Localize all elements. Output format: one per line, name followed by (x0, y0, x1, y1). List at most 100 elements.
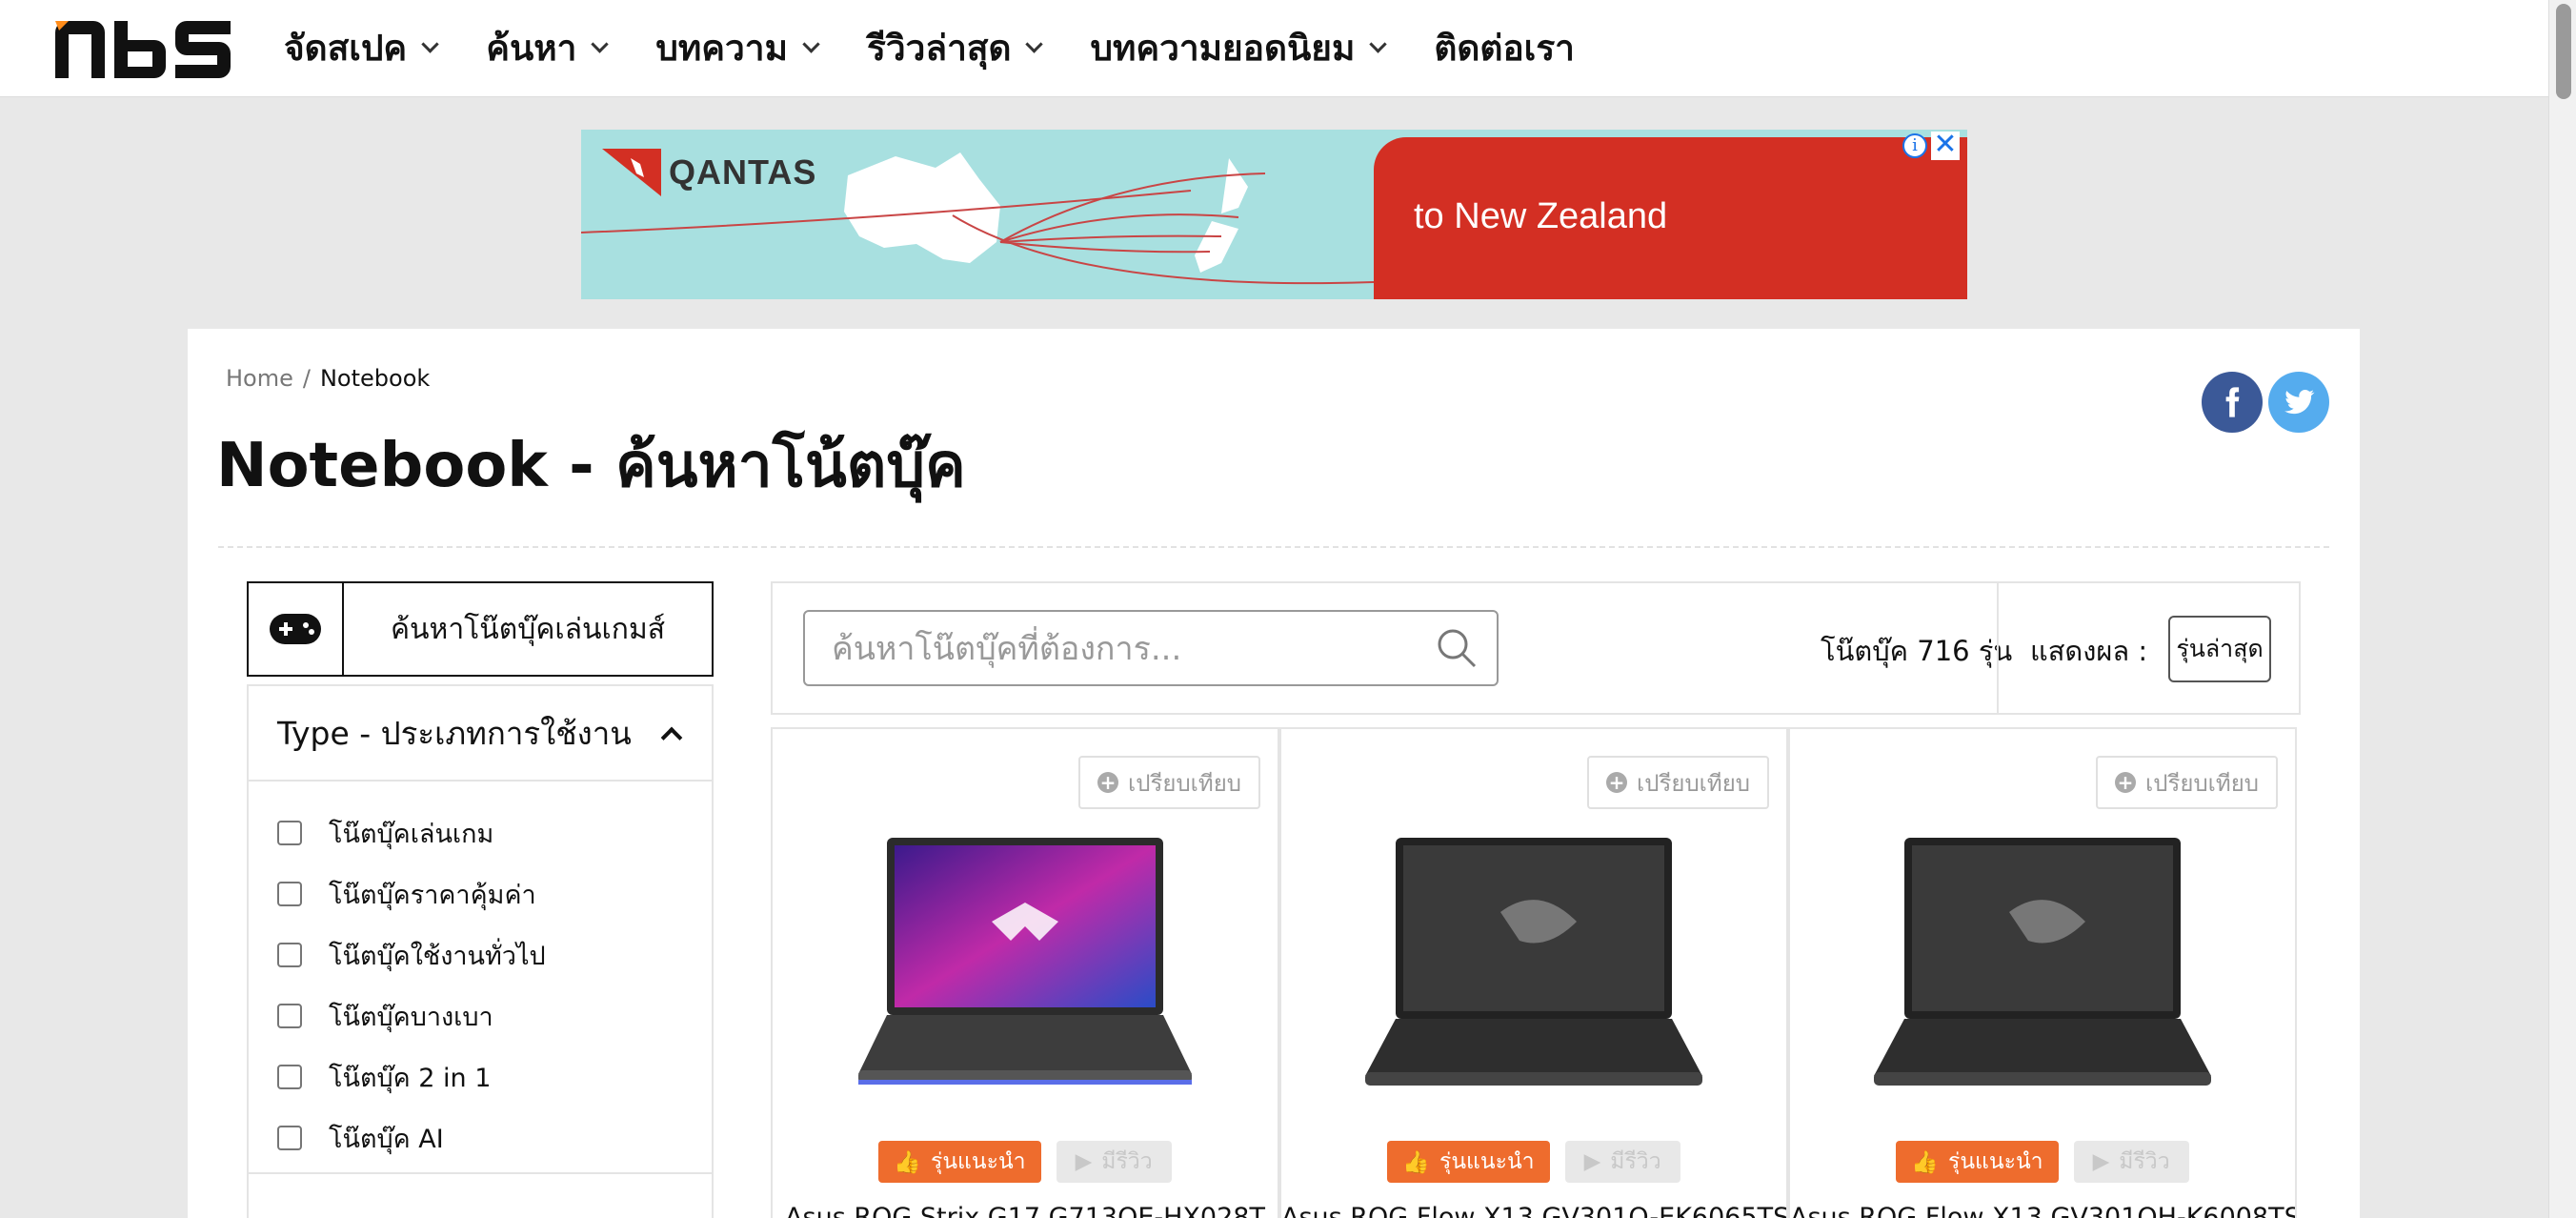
site-logo[interactable] (55, 21, 231, 78)
filter-options: โน๊ตบุ๊คเล่นเกม โน๊ตบุ๊คราคาคุ้มค่า โน๊ต… (249, 782, 712, 1168)
laptop-image (1365, 838, 1702, 1086)
filter-option[interactable]: โน๊ตบุ๊คราคาคุ้มค่า (277, 863, 712, 924)
compare-label: เปรียบเทียบ (1637, 769, 1750, 797)
product-badges: 👍 รุ่นแนะนำ ▶ มีรีวิว (1281, 1141, 1786, 1183)
menu-item-contact[interactable]: ติดต่อเรา (1434, 20, 1575, 76)
filter-option-label: โน๊ตบุ๊คราคาคุ้มค่า (329, 880, 536, 910)
product-name[interactable]: Asus ROG Flow X13 GV301Q-EK6065TS (1281, 1203, 1786, 1218)
menu-item-popular-articles[interactable]: บทความยอดนิยม (1090, 20, 1388, 76)
filter-option-label: โน๊ตบุ๊คใช้งานทั่วไป (329, 941, 546, 971)
compare-button[interactable]: + เปรียบเทียบ (1587, 756, 1769, 809)
recommended-label: รุ่นแนะนำ (1439, 1149, 1535, 1174)
filter-option[interactable]: โน๊ตบุ๊ค AI (277, 1107, 712, 1168)
review-label: มีรีวิว (2119, 1149, 2170, 1174)
page-scrollbar[interactable] (2548, 0, 2576, 1218)
product-badges: 👍 รุ่นแนะนำ ▶ มีรีวิว (773, 1141, 1278, 1183)
menu-item-articles[interactable]: บทความ (655, 20, 820, 76)
kangaroo-logo-icon (602, 149, 661, 196)
play-circle-icon: ▶ (1583, 1149, 1601, 1174)
review-label: มีรีวิว (1101, 1149, 1153, 1174)
breadcrumb-current: Notebook (319, 365, 431, 392)
checkbox[interactable] (277, 1126, 302, 1150)
info-icon[interactable]: i (1902, 133, 1927, 158)
plus-circle-icon: + (2115, 772, 2137, 793)
chevron-up-icon[interactable] (660, 726, 683, 749)
scrollbar-thumb[interactable] (2556, 4, 2571, 99)
menu-label: ค้นหา (486, 27, 577, 69)
review-badge[interactable]: ▶ มีรีวิว (1056, 1141, 1172, 1183)
filter-option[interactable]: โน๊ตบุ๊คบางเบา (277, 985, 712, 1046)
menu-item-search[interactable]: ค้นหา (486, 20, 610, 76)
sort-label: แสดงผล : (2030, 635, 2148, 667)
main-menu: จัดสเปค ค้นหา บทความ รีวิวล่าสุด บทความย… (284, 0, 1624, 95)
filter-option[interactable]: โน๊ตบุ๊คใช้งานทั่วไป (277, 924, 712, 985)
product-card[interactable]: + เปรียบเทียบ 👍 รุ่นแนะนำ ▶ มีรีวิว Asus RO… (1279, 727, 1788, 1218)
ad-headline: to New Zealand (1414, 196, 1668, 236)
recommended-badge[interactable]: 👍 รุ่นแนะนำ (878, 1141, 1041, 1183)
product-card[interactable]: + เปรียบเทียบ 👍 รุ่นแนะนำ ▶ มีรีวิว Asus RO… (1788, 727, 2297, 1218)
play-circle-icon: ▶ (1075, 1149, 1093, 1174)
main-content: Home / Notebook Notebook - ค้นหาโน้ตบุ๊ค… (188, 329, 2360, 1218)
review-badge[interactable]: ▶ มีรีวิว (1564, 1141, 1680, 1183)
filter-option-label: โน๊ตบุ๊คบางเบา (329, 1002, 493, 1032)
recommended-label: รุ่นแนะนำ (930, 1149, 1026, 1174)
breadcrumb-separator: / (302, 365, 311, 392)
laptop-image (858, 838, 1192, 1085)
search-input[interactable]: ค้นหาโน๊ตบุ๊คที่ต้องการ... (803, 610, 1499, 686)
gaming-notebook-search-button[interactable]: ค้นหาโน๊ตบุ๊คเล่นเกมส์ (247, 581, 714, 677)
laptop-image (1874, 838, 2211, 1086)
checkbox[interactable] (277, 1065, 302, 1089)
checkbox[interactable] (277, 821, 302, 845)
product-badges: 👍 รุ่นแนะนำ ▶ มีรีวิว (1790, 1141, 2295, 1183)
sort-select[interactable]: รุ่นล่าสุด (2168, 616, 2271, 682)
search-placeholder: ค้นหาโน๊ตบุ๊คที่ต้องการ... (832, 630, 1182, 668)
checkbox[interactable] (277, 943, 302, 967)
breadcrumb-home-link[interactable]: Home (226, 365, 293, 392)
menu-item-spec[interactable]: จัดสเปค (284, 20, 439, 76)
play-circle-icon: ▶ (2092, 1149, 2110, 1174)
top-navbar: จัดสเปค ค้นหา บทความ รีวิวล่าสุด บทความย… (0, 0, 2548, 97)
toolbar-separator (1997, 583, 1999, 713)
compare-button[interactable]: + เปรียบเทียบ (1078, 756, 1260, 809)
chevron-down-icon (591, 34, 610, 53)
filter-option[interactable]: โน๊ตบุ๊คเล่นเกม (277, 802, 712, 863)
filter-title: Type - ประเภทการใช้งาน (277, 714, 632, 752)
close-icon[interactable]: ✕ (1931, 131, 1960, 160)
advertisement-banner[interactable]: QANTAS to New Zealand i ✕ (581, 130, 1967, 299)
menu-item-latest-reviews[interactable]: รีวิวล่าสุด (867, 20, 1044, 76)
compare-label: เปรียบเทียบ (2145, 769, 2259, 797)
chevron-down-icon (421, 34, 439, 53)
thumbs-up-icon: 👍 (1402, 1149, 1430, 1175)
thumbs-up-icon: 👍 (894, 1149, 921, 1175)
chevron-down-icon (1025, 34, 1044, 53)
recommended-badge[interactable]: 👍 รุ่นแนะนำ (1896, 1141, 2059, 1183)
filter-header[interactable]: Type - ประเภทการใช้งาน (249, 686, 712, 782)
review-badge[interactable]: ▶ มีรีวิว (2073, 1141, 2189, 1183)
ad-brand: QANTAS (602, 149, 816, 196)
product-name[interactable]: Asus ROG Strix G17 G713QE-HX028T (773, 1203, 1278, 1218)
twitter-icon[interactable] (2268, 372, 2329, 433)
social-share (2202, 372, 2329, 433)
recommended-badge[interactable]: 👍 รุ่นแนะนำ (1387, 1141, 1550, 1183)
filter-option-label: โน๊ตบุ๊ค 2 in 1 (329, 1063, 492, 1093)
plus-circle-icon: + (1606, 772, 1628, 793)
menu-label: ติดต่อเรา (1434, 27, 1575, 69)
result-count: โน๊ตบุ๊ค 716 รุ่น (1821, 635, 2013, 667)
checkbox[interactable] (277, 1004, 302, 1028)
page-title: Notebook - ค้นหาโน้ตบุ๊ค (216, 431, 966, 501)
compare-label: เปรียบเทียบ (1128, 769, 1241, 797)
product-grid: + เปรียบเทียบ 👍 รุ่นแนะนำ ▶ มีรีวิว Asus RO… (771, 727, 2301, 1218)
facebook-icon[interactable] (2202, 372, 2263, 433)
product-name[interactable]: Asus ROG Flow X13 GV301QH-K6008TS (1790, 1203, 2295, 1218)
product-card[interactable]: + เปรียบเทียบ 👍 รุ่นแนะนำ ▶ มีรีวิว Asus RO… (771, 727, 1279, 1218)
filter-option-label: โน๊ตบุ๊คเล่นเกม (329, 819, 494, 849)
checkbox[interactable] (277, 882, 302, 906)
filter-option-label: โน๊ตบุ๊ค AI (329, 1124, 444, 1154)
filter-option[interactable]: โน๊ตบุ๊ค 2 in 1 (277, 1046, 712, 1107)
search-icon[interactable] (1436, 627, 1478, 669)
plus-circle-icon: + (1097, 772, 1119, 793)
menu-label: จัดสเปค (284, 27, 408, 69)
gamepad-icon (249, 583, 344, 675)
compare-button[interactable]: + เปรียบเทียบ (2096, 756, 2278, 809)
thumbs-up-icon: 👍 (1911, 1149, 1939, 1175)
